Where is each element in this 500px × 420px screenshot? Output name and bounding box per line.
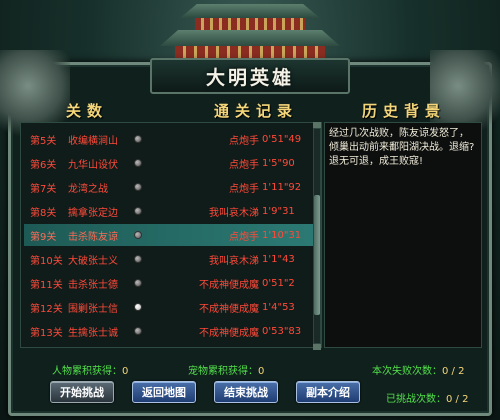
end-challenge-button[interactable]: 结束挑战 <box>214 381 278 403</box>
level-row[interactable]: 第9关 击杀陈友谅 点炮手 1'10"31 <box>24 224 318 246</box>
fail-stat-label: 本次失败次数： <box>372 366 442 377</box>
level-number: 第6关 <box>30 159 57 171</box>
radio-icon[interactable] <box>134 279 142 287</box>
dungeon-intro-button[interactable]: 副本介绍 <box>296 381 360 403</box>
record-time: 1'5"90 <box>262 157 295 169</box>
record-holder: 我叫哀木涕 <box>209 255 259 267</box>
radio-icon[interactable] <box>134 327 142 335</box>
level-number: 第12关 <box>30 303 63 315</box>
hero-stat-label: 人物累积获得： <box>52 366 122 377</box>
back-to-map-button[interactable]: 返回地图 <box>132 381 196 403</box>
header-levels: 关数 <box>66 102 109 120</box>
record-time: 1'1"43 <box>262 253 295 265</box>
record-holder: 不成神便成魔 <box>199 279 259 291</box>
level-row[interactable]: 第5关 收编横涧山 点炮手 0'51"49 <box>24 128 318 150</box>
level-row[interactable]: 第10关 大破张士义 我叫哀木涕 1'1"43 <box>24 248 318 270</box>
level-row[interactable]: 第11关 击杀张士德 不成神便成魔 0'51"2 <box>24 272 318 294</box>
level-row[interactable]: 第7关 龙湾之战 点炮手 1'11"92 <box>24 176 318 198</box>
stage-name: 九华山设伏 <box>68 159 118 171</box>
record-holder: 不成神便成魔 <box>199 303 259 315</box>
level-row[interactable]: 第13关 生擒张士诚 不成神便成魔 0'53"83 <box>24 320 318 342</box>
record-time: 0'51"49 <box>262 133 302 145</box>
radio-icon[interactable] <box>134 207 142 215</box>
pet-stat-label: 宠物累积获得： <box>188 366 258 377</box>
stage-name: 击杀张士德 <box>68 279 118 291</box>
record-time: 1'9"31 <box>262 205 295 217</box>
record-time: 1'4"53 <box>262 301 295 313</box>
record-time: 1'10"31 <box>262 229 302 241</box>
scroll-thumb[interactable] <box>314 195 320 315</box>
record-time: 0'51"2 <box>262 277 295 289</box>
radio-icon[interactable] <box>134 255 142 263</box>
start-challenge-button[interactable]: 开始挑战 <box>50 381 114 403</box>
record-time: 0'53"83 <box>262 325 302 337</box>
stage-name: 生擒张士诚 <box>68 327 118 339</box>
stage-name: 围剿张士信 <box>68 303 118 315</box>
list-scrollbar[interactable] <box>313 128 321 344</box>
level-number: 第11关 <box>30 279 63 291</box>
stage-name: 龙湾之战 <box>68 183 108 195</box>
header-record: 通关记录 <box>214 102 299 120</box>
dialog-title: 大明英雄 <box>205 66 294 89</box>
fail-stat-value: 0 / 2 <box>442 366 465 377</box>
scroll-down-icon[interactable] <box>313 344 321 350</box>
radio-icon[interactable] <box>134 231 142 239</box>
fail-stat: 本次失败次数：0 / 2 <box>372 362 464 377</box>
radio-icon[interactable] <box>134 183 142 191</box>
record-holder: 点炮手 <box>229 231 259 243</box>
radio-icon[interactable] <box>134 159 142 167</box>
challenged-stat-label: 已挑战次数： <box>386 394 446 405</box>
level-number: 第8关 <box>30 207 57 219</box>
record-holder: 我叫哀木涕 <box>209 207 259 219</box>
record-holder: 不成神便成魔 <box>199 327 259 339</box>
level-number: 第9关 <box>30 231 57 243</box>
level-number: 第5关 <box>30 135 57 147</box>
challenged-stat-value: 0 / 2 <box>446 394 469 405</box>
record-holder: 点炮手 <box>229 135 259 147</box>
stage-name: 收编横涧山 <box>68 135 118 147</box>
stage-name: 擒拿张定边 <box>68 207 118 219</box>
stage-name: 大破张士义 <box>68 255 118 267</box>
record-holder: 点炮手 <box>229 159 259 171</box>
pet-stat-value: 0 <box>258 366 265 377</box>
radio-icon[interactable] <box>134 135 142 143</box>
hero-stat-value: 0 <box>122 366 129 377</box>
level-number: 第7关 <box>30 183 57 195</box>
title-banner: 大明英雄 <box>150 58 350 94</box>
level-number: 第10关 <box>30 255 63 267</box>
level-row[interactable]: 第8关 擒拿张定边 我叫哀木涕 1'9"31 <box>24 200 318 222</box>
record-holder: 点炮手 <box>229 183 259 195</box>
hero-stat: 人物累积获得：0 <box>52 362 128 377</box>
radio-icon[interactable] <box>134 303 142 311</box>
history-panel: 经过几次战败，陈友谅发怒了，倾巢出动前来鄱阳湖决战。退缩?退无可退，成王败寇! <box>324 122 482 348</box>
level-row[interactable]: 第12关 围剿张士信 不成神便成魔 1'4"53 <box>24 296 318 318</box>
history-text: 经过几次战败，陈友谅发怒了，倾巢出动前来鄱阳湖决战。退缩?退无可退，成王败寇! <box>329 128 475 167</box>
challenged-stat: 已挑战次数：0 / 2 <box>386 390 468 405</box>
stage-name: 击杀陈友谅 <box>68 231 118 243</box>
level-number: 第13关 <box>30 327 63 339</box>
pet-stat: 宠物累积获得：0 <box>188 362 264 377</box>
level-row[interactable]: 第6关 九华山设伏 点炮手 1'5"90 <box>24 152 318 174</box>
record-time: 1'11"92 <box>262 181 302 193</box>
header-history: 历史背景 <box>362 102 447 120</box>
